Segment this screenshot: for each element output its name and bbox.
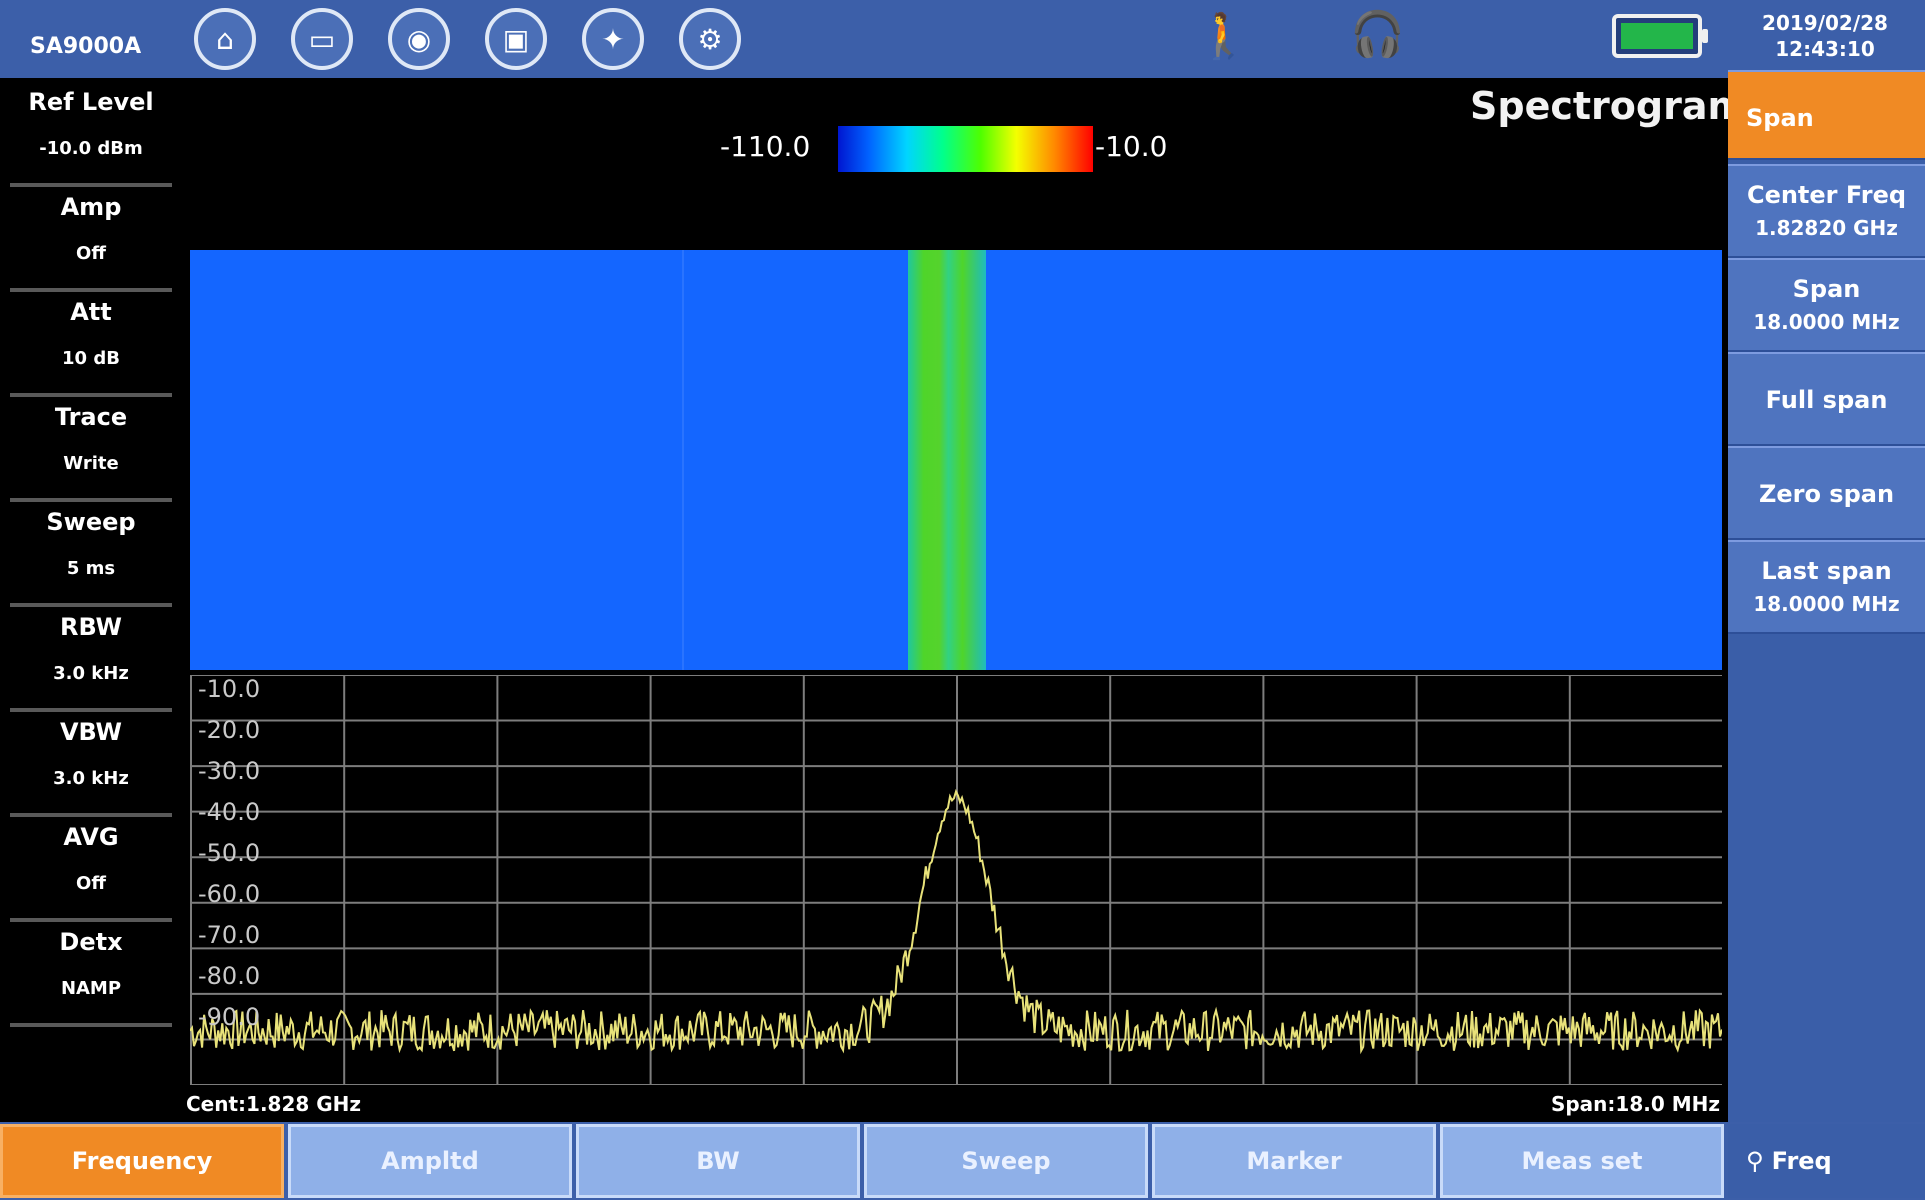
- freq-shortcut-label: Freq: [1771, 1147, 1832, 1175]
- y-tick-label: -50.0: [198, 839, 261, 867]
- spectrogram-waterfall: [190, 250, 1722, 670]
- amp-item[interactable]: Amp Off: [10, 183, 172, 292]
- rbw-title: RBW: [60, 613, 122, 641]
- sweep-value: 5 ms: [66, 558, 116, 579]
- colorbar-max-label: -10.0: [1095, 130, 1168, 163]
- date-time: 2019/02/28 12:43:10: [1740, 10, 1910, 62]
- att-value: 10 dB: [62, 348, 120, 369]
- vbw-value: 3.0 kHz: [53, 768, 129, 789]
- waterfall-seam: [682, 250, 684, 670]
- sweep-title: Sweep: [46, 508, 136, 536]
- folder-icon[interactable]: ▭: [291, 8, 353, 70]
- amp-value: Off: [76, 243, 106, 264]
- ref-level-title: Ref Level: [28, 88, 154, 116]
- vbw-item[interactable]: VBW 3.0 kHz: [10, 708, 172, 817]
- span-header-label: Span: [1746, 104, 1814, 132]
- zero-span-button[interactable]: Zero span: [1728, 446, 1925, 540]
- center-freq-label: Center Freq: [1746, 181, 1907, 209]
- camera-icon[interactable]: ◉: [388, 8, 450, 70]
- avg-value: Off: [76, 873, 106, 894]
- avg-title: AVG: [63, 823, 119, 851]
- att-item[interactable]: Att 10 dB: [10, 288, 172, 397]
- y-tick-label: -70.0: [198, 921, 261, 949]
- colorbar: [838, 126, 1093, 172]
- rbw-item[interactable]: RBW 3.0 kHz: [10, 603, 172, 712]
- model-label: SA9000A: [30, 34, 142, 59]
- y-tick-label: -10.0: [198, 675, 261, 703]
- detector-value: NAMP: [60, 978, 122, 999]
- right-softkey-panel: Span Center Freq 1.82820 GHz Span 18.000…: [1728, 70, 1925, 1130]
- left-status-panel: Ref Level -10.0 dBm Amp Off Att 10 dB Tr…: [0, 78, 183, 1122]
- tab-frequency[interactable]: Frequency: [0, 1124, 284, 1198]
- tab-sweep[interactable]: Sweep: [864, 1124, 1148, 1198]
- sweep-item[interactable]: Sweep 5 ms: [10, 498, 172, 607]
- vbw-title: VBW: [59, 718, 123, 746]
- tab-bw[interactable]: BW: [576, 1124, 860, 1198]
- bottom-menu-bar: Frequency Ampltd BW Sweep Marker Meas se…: [0, 1122, 1925, 1200]
- trace-item[interactable]: Trace Write: [10, 393, 172, 502]
- y-tick-label: -20.0: [198, 716, 261, 744]
- rbw-value: 3.0 kHz: [53, 663, 129, 684]
- full-span-button[interactable]: Full span: [1728, 352, 1925, 446]
- display-title: Spectrogram: [1470, 84, 1748, 128]
- save-icon[interactable]: ▣: [485, 8, 547, 70]
- y-tick-label: -40.0: [198, 798, 261, 826]
- span-label-title: Span: [1792, 275, 1861, 303]
- battery-icon: [1612, 14, 1708, 58]
- avg-item[interactable]: AVG Off: [10, 813, 172, 922]
- tab-amplitude[interactable]: Ampltd: [288, 1124, 572, 1198]
- center-freq-value: 1.82820 GHz: [1755, 216, 1898, 240]
- ref-level-item[interactable]: Ref Level -10.0 dBm: [10, 78, 172, 187]
- y-tick-label: -30.0: [198, 757, 261, 785]
- trace-title: Trace: [54, 403, 128, 431]
- home-icon[interactable]: ⌂: [194, 8, 256, 70]
- frequency-icon: ⚲: [1746, 1147, 1764, 1175]
- time-label: 12:43:10: [1775, 37, 1875, 61]
- bulb-icon[interactable]: ✦: [582, 8, 644, 70]
- last-span-value: 18.0000 MHz: [1753, 592, 1900, 616]
- detector-title: Detx: [59, 928, 123, 956]
- date-label: 2019/02/28: [1762, 11, 1888, 35]
- y-tick-label: -90.0: [198, 1003, 261, 1031]
- trace-value: Write: [63, 453, 119, 474]
- settings-icon[interactable]: ⚙: [679, 8, 741, 70]
- spectrum-plot: -10.0 -20.0 -30.0 -40.0 -50.0 -60.0 -70.…: [190, 675, 1722, 1085]
- span-label: Span:18.0 MHz: [1550, 1092, 1720, 1116]
- tab-meas-set[interactable]: Meas set: [1440, 1124, 1724, 1198]
- top-toolbar: SA9000A ⌂ ▭ ◉ ▣ ✦ ⚙ 🚶 🎧 2019/02/28 12:43…: [0, 0, 1925, 78]
- ref-level-value: -10.0 dBm: [39, 138, 143, 159]
- full-span-label: Full span: [1765, 386, 1888, 414]
- span-button[interactable]: Span 18.0000 MHz: [1728, 258, 1925, 352]
- y-tick-label: -60.0: [198, 880, 261, 908]
- detector-item[interactable]: Detx NAMP: [10, 918, 172, 1027]
- colorbar-min-label: -110.0: [720, 130, 811, 163]
- tab-marker[interactable]: Marker: [1152, 1124, 1436, 1198]
- center-frequency-label: Cent:1.828 GHz: [186, 1092, 362, 1116]
- att-title: Att: [70, 298, 112, 326]
- headset-icon[interactable]: 🎧: [1350, 8, 1405, 60]
- last-span-label: Last span: [1761, 557, 1892, 585]
- span-header-button[interactable]: Span: [1728, 70, 1925, 160]
- spectrum-svg: [190, 675, 1722, 1085]
- person-icon[interactable]: 🚶: [1196, 10, 1251, 62]
- signal-band: [908, 250, 986, 670]
- zero-span-label: Zero span: [1758, 480, 1895, 508]
- freq-shortcut-button[interactable]: ⚲ Freq: [1728, 1124, 1925, 1198]
- amp-title: Amp: [60, 193, 122, 221]
- span-value: 18.0000 MHz: [1753, 310, 1900, 334]
- last-span-button[interactable]: Last span 18.0000 MHz: [1728, 540, 1925, 634]
- y-tick-label: -80.0: [198, 962, 261, 990]
- center-freq-button[interactable]: Center Freq 1.82820 GHz: [1728, 164, 1925, 258]
